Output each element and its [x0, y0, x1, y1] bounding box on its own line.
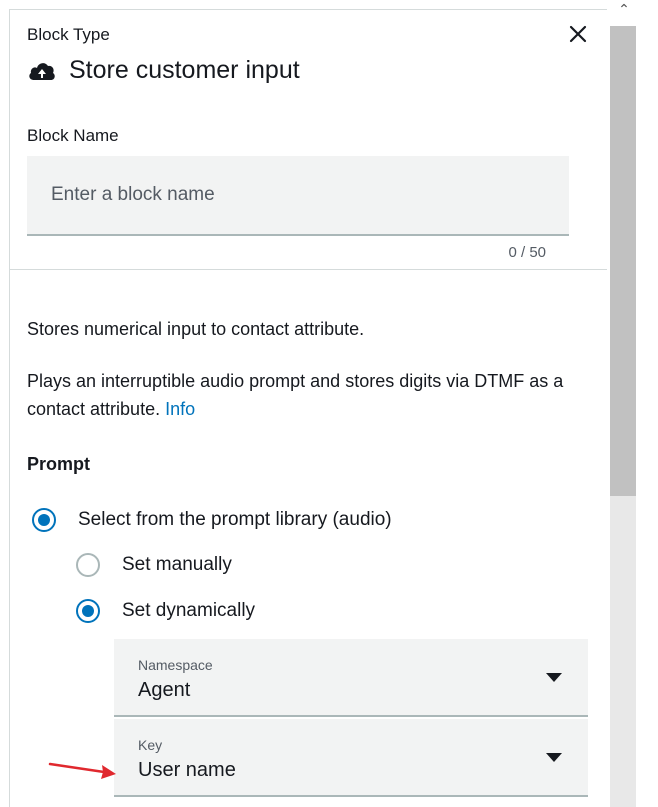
- description-summary: Stores numerical input to contact attrib…: [27, 319, 365, 339]
- scroll-up-icon[interactable]: ⌃: [616, 2, 632, 16]
- set-manually-radio[interactable]: [76, 553, 100, 577]
- prompt-library-radio[interactable]: [32, 508, 56, 532]
- caret-down-icon: [546, 753, 562, 762]
- section-divider: [10, 269, 607, 270]
- prompt-library-label: Select from the prompt library (audio): [78, 509, 392, 530]
- block-name-label: Block Name: [27, 126, 119, 145]
- close-icon[interactable]: [566, 22, 590, 46]
- prompt-library-radio-option[interactable]: Select from the prompt library (audio): [32, 508, 392, 532]
- set-dynamically-label: Set dynamically: [122, 600, 256, 621]
- scroll-track[interactable]: [610, 26, 636, 807]
- block-title: Store customer input: [69, 56, 300, 84]
- key-label: Key: [138, 737, 163, 753]
- block-name-input[interactable]: [27, 156, 569, 236]
- prompt-heading: Prompt: [27, 454, 90, 474]
- description-detail: Plays an interruptible audio prompt and …: [27, 367, 587, 423]
- block-type-label: Block Type: [27, 25, 110, 44]
- red-arrow-annotation-icon: [48, 762, 116, 779]
- info-link[interactable]: Info: [165, 399, 195, 419]
- caret-down-icon: [546, 673, 562, 682]
- description-detail-text: Plays an interruptible audio prompt and …: [27, 371, 564, 419]
- namespace-value: Agent: [138, 679, 191, 701]
- block-title-row: Store customer input: [27, 56, 300, 85]
- scroll-thumb[interactable]: [610, 26, 636, 496]
- vertical-scrollbar[interactable]: ⌃: [608, 0, 658, 807]
- set-manually-label: Set manually: [122, 554, 232, 575]
- key-select[interactable]: Key User name: [114, 719, 588, 797]
- namespace-label: Namespace: [138, 657, 213, 673]
- key-value: User name: [138, 759, 236, 781]
- set-dynamically-radio-option[interactable]: Set dynamically: [76, 599, 255, 623]
- block-properties-panel: Block Type Store customer input Block Na…: [9, 9, 607, 807]
- cloud-icon: [29, 62, 55, 80]
- character-count: 0 / 50: [508, 244, 546, 261]
- set-manually-radio-option[interactable]: Set manually: [76, 553, 232, 577]
- namespace-select[interactable]: Namespace Agent: [114, 639, 588, 717]
- set-dynamically-radio[interactable]: [76, 599, 100, 623]
